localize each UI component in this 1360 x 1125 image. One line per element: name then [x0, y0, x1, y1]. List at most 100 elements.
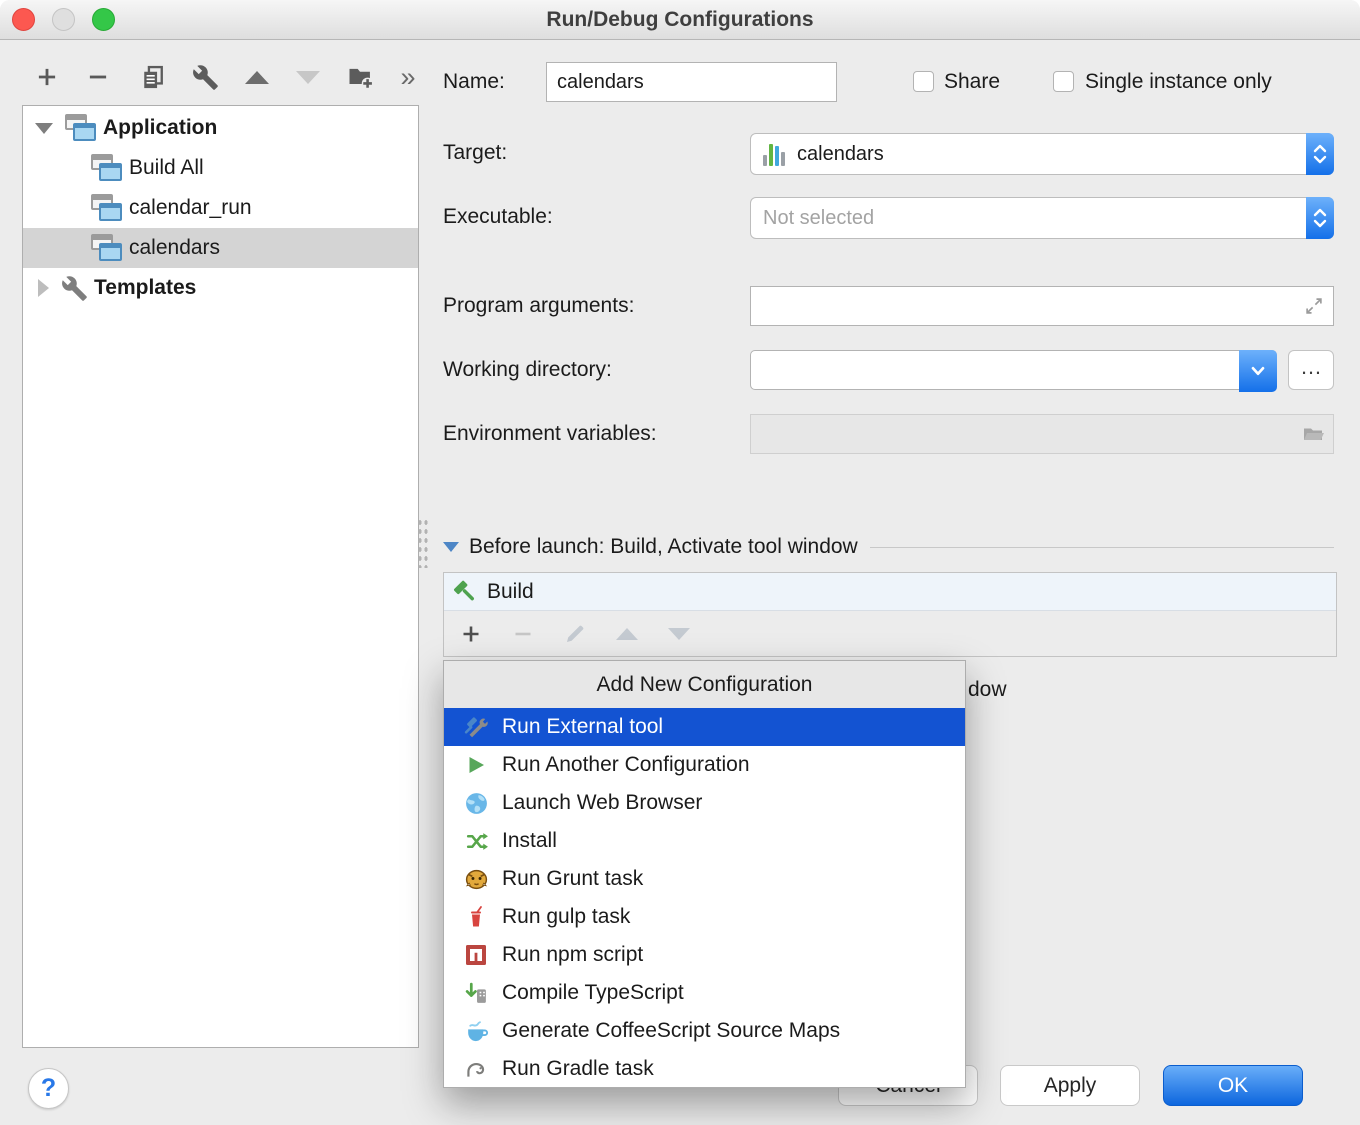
single-instance-checkbox[interactable]: [1053, 71, 1074, 92]
add-new-configuration-popup: Add New Configuration Run External tool …: [443, 660, 966, 1088]
menu-item-run-gradle-task[interactable]: Run Gradle task: [444, 1050, 965, 1088]
run-debug-configurations-dialog: Run/Debug Configurations »: [0, 0, 1360, 1125]
task-move-down-button[interactable]: [664, 619, 694, 649]
move-down-button[interactable]: [291, 60, 325, 94]
gulp-icon: [462, 904, 490, 930]
move-down-icon: [668, 628, 690, 640]
menu-item-run-external-tool[interactable]: Run External tool: [444, 708, 965, 746]
menu-item-compile-typescript[interactable]: Compile TypeScript: [444, 974, 965, 1012]
apply-button[interactable]: Apply: [1000, 1065, 1140, 1106]
menu-item-label: Run Grunt task: [502, 867, 643, 891]
help-button[interactable]: ?: [28, 1068, 69, 1109]
section-divider: [870, 547, 1334, 548]
task-row-build[interactable]: Build: [444, 573, 1336, 611]
before-launch-section-header[interactable]: Before launch: Build, Activate tool wind…: [443, 532, 1334, 562]
gradle-icon: [462, 1056, 490, 1082]
hammer-icon: [449, 577, 479, 607]
executable-stepper[interactable]: [1306, 197, 1334, 239]
menu-item-install[interactable]: Install: [444, 822, 965, 860]
remove-configuration-button[interactable]: [81, 60, 115, 94]
tree-item-templates[interactable]: Templates: [23, 268, 418, 308]
tree-item-label: calendar_run: [129, 196, 252, 220]
remove-icon: [85, 64, 111, 90]
working-directory-dropdown-button[interactable]: [1239, 350, 1277, 392]
menu-item-run-gulp-task[interactable]: Run gulp task: [444, 898, 965, 936]
menu-item-label: Run Gradle task: [502, 1057, 654, 1081]
move-up-icon: [616, 628, 638, 640]
chevron-down-icon[interactable]: [35, 123, 53, 134]
tree-item-label: Application: [103, 116, 217, 140]
popup-title: Add New Configuration: [444, 661, 965, 708]
wrench-icon: [192, 64, 219, 91]
tree-item-application[interactable]: Application: [23, 108, 418, 148]
menu-item-label: Run npm script: [502, 943, 643, 967]
add-configuration-button[interactable]: [30, 60, 64, 94]
add-icon: [34, 64, 60, 90]
working-directory-label: Working directory:: [443, 350, 612, 390]
target-value: calendars: [797, 143, 884, 166]
activate-tool-window-label-fragment: dow: [968, 678, 1007, 702]
new-folder-button[interactable]: [343, 60, 377, 94]
globe-icon: [462, 790, 490, 816]
move-down-icon: [296, 71, 320, 84]
new-folder-icon: [346, 63, 374, 91]
menu-item-generate-coffeescript-source-maps[interactable]: Generate CoffeeScript Source Maps: [444, 1012, 965, 1050]
menu-item-label: Install: [502, 829, 557, 853]
edit-defaults-button[interactable]: [188, 60, 222, 94]
share-checkbox[interactable]: [913, 71, 934, 92]
browse-button[interactable]: …: [1288, 350, 1334, 390]
name-label: Name:: [443, 62, 505, 102]
stepper-icon: [1311, 140, 1329, 168]
program-arguments-input[interactable]: [750, 286, 1334, 326]
tree-item-label: Templates: [94, 276, 196, 300]
application-type-icon: [91, 194, 123, 222]
menu-item-run-another-configuration[interactable]: Run Another Configuration: [444, 746, 965, 784]
grunt-icon: [462, 866, 490, 892]
section-collapse-icon[interactable]: [443, 542, 459, 552]
tree-item-calendar-run[interactable]: calendar_run: [23, 188, 418, 228]
remove-icon: [511, 622, 535, 646]
task-add-button[interactable]: [456, 619, 486, 649]
target-select[interactable]: calendars: [750, 133, 1334, 175]
chevron-right-icon[interactable]: [38, 279, 49, 297]
install-icon: [462, 828, 490, 854]
window-title: Run/Debug Configurations: [0, 0, 1360, 40]
executable-label: Executable:: [443, 197, 553, 237]
task-remove-button[interactable]: [508, 619, 538, 649]
typescript-icon: [462, 980, 490, 1006]
ok-button[interactable]: OK: [1163, 1065, 1303, 1106]
before-launch-title: Before launch: Build, Activate tool wind…: [469, 535, 858, 559]
executable-select[interactable]: Not selected: [750, 197, 1334, 239]
application-type-icon: [65, 114, 97, 142]
menu-item-label: Compile TypeScript: [502, 981, 684, 1005]
tree-item-label: Build All: [129, 156, 204, 180]
move-up-icon: [245, 71, 269, 84]
menu-item-label: Run External tool: [502, 715, 663, 739]
task-label: Build: [487, 580, 534, 604]
environment-variables-input[interactable]: [750, 414, 1334, 454]
menu-item-run-npm-script[interactable]: Run npm script: [444, 936, 965, 974]
copy-configuration-button[interactable]: [136, 60, 170, 94]
configurations-tree: Application Build All calendar_run calen…: [22, 105, 419, 1048]
target-stepper[interactable]: [1306, 133, 1334, 175]
tree-item-build-all[interactable]: Build All: [23, 148, 418, 188]
folder-icon[interactable]: [1301, 422, 1325, 446]
menu-item-label: Generate CoffeeScript Source Maps: [502, 1019, 840, 1043]
working-directory-input[interactable]: [750, 350, 1277, 390]
task-edit-button[interactable]: [560, 619, 590, 649]
expand-icon[interactable]: [1303, 295, 1325, 317]
npm-icon: [462, 942, 490, 968]
move-up-button[interactable]: [240, 60, 274, 94]
splitter-handle[interactable]: [417, 518, 429, 568]
menu-item-run-grunt-task[interactable]: Run Grunt task: [444, 860, 965, 898]
application-type-icon: [91, 234, 123, 262]
tree-item-calendars[interactable]: calendars: [23, 228, 418, 268]
menu-item-label: Run gulp task: [502, 905, 630, 929]
task-move-up-button[interactable]: [612, 619, 642, 649]
program-arguments-label: Program arguments:: [443, 286, 634, 326]
more-actions-button[interactable]: »: [391, 60, 425, 94]
before-launch-task-list: Build: [443, 572, 1337, 657]
add-icon: [459, 622, 483, 646]
menu-item-launch-web-browser[interactable]: Launch Web Browser: [444, 784, 965, 822]
name-input[interactable]: [546, 62, 837, 102]
